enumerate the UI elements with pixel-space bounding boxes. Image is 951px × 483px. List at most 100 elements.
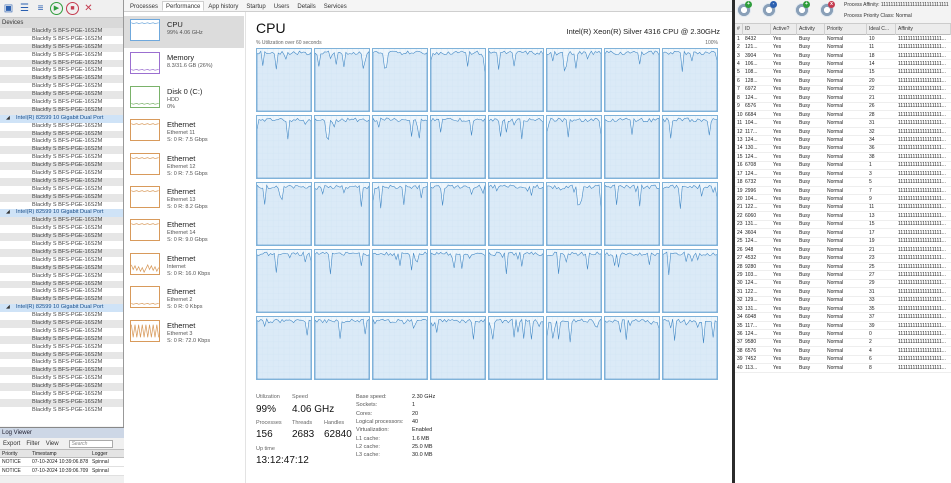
thread-row[interactable]: 11 104... Yes Busy Normal 31 11111111111111111… bbox=[735, 119, 951, 128]
thread-row[interactable]: 12 117... Yes Busy Normal 32 11111111111111111… bbox=[735, 128, 951, 137]
camera-row[interactable]: Blackfly S BFS-PGE-16S2M bbox=[0, 375, 123, 383]
camera-row[interactable]: Blackfly S BFS-PGE-16S2M bbox=[0, 351, 123, 360]
camera-row[interactable]: Blackfly S BFS-PGE-16S2M bbox=[0, 177, 123, 186]
network-adapter-row[interactable]: Intel(R) 82599 10 Gigabit Dual Port ◢ bbox=[0, 114, 123, 123]
column-header[interactable]: # bbox=[735, 23, 743, 35]
camera-row[interactable]: Blackfly S BFS-PGE-16S2M bbox=[0, 241, 123, 249]
log-row[interactable]: NOTICE 07-10-2024 10:39:06.878 Spinnal bbox=[0, 458, 124, 467]
tab-users[interactable]: Users bbox=[270, 1, 294, 11]
camera-row[interactable]: Blackfly S BFS-PGE-16S2M bbox=[0, 67, 123, 75]
camera-row[interactable]: Blackfly S BFS-PGE-16S2M bbox=[0, 59, 123, 68]
tab-details[interactable]: Details bbox=[293, 1, 319, 11]
thread-row[interactable]: 10 6684 Yes Busy Normal 28 111111111111111111.… bbox=[735, 111, 951, 120]
camera-row[interactable]: Blackfly S BFS-PGE-16S2M bbox=[0, 398, 123, 407]
log-export-menu[interactable]: Export bbox=[3, 441, 20, 447]
expand-arrow-icon[interactable]: ◢ bbox=[6, 304, 10, 312]
play-icon[interactable]: ▶ bbox=[50, 2, 63, 15]
camera-row[interactable]: Blackfly S BFS-PGE-16S2M bbox=[0, 130, 123, 139]
expand-arrow-icon[interactable]: ◢ bbox=[6, 209, 10, 217]
camera-row[interactable]: Blackfly S BFS-PGE-16S2M bbox=[0, 296, 123, 305]
tab-app-history[interactable]: App history bbox=[204, 1, 242, 11]
perf-item-ethernet[interactable]: Ethernet Ethernet 11 S: 0 R: 7.5 Gbps bbox=[124, 116, 244, 148]
camera-row[interactable]: Blackfly S BFS-PGE-16S2M bbox=[0, 83, 123, 91]
camera-row[interactable]: Blackfly S BFS-PGE-16S2M bbox=[0, 99, 123, 107]
thread-row[interactable]: 20 104... Yes Busy Normal 9 111111111111111111… bbox=[735, 195, 951, 204]
camera-row[interactable]: Blackfly S BFS-PGE-16S2M bbox=[0, 217, 123, 226]
camera-row[interactable]: Blackfly S BFS-PGE-16S2M bbox=[0, 273, 123, 281]
camera-row[interactable]: Blackfly S BFS-PGE-16S2M bbox=[0, 391, 123, 399]
camera-row[interactable]: Blackfly S BFS-PGE-16S2M bbox=[0, 280, 123, 289]
perf-item-ethernet[interactable]: Ethernet Ethernet 13 S: 0 R: 8.2 Gbps bbox=[124, 183, 244, 215]
log-col-timestamp[interactable]: Timestamp bbox=[30, 451, 90, 457]
thread-row[interactable]: 18 6732 Yes Busy Normal 5 111111111111111111..… bbox=[735, 178, 951, 187]
device-tree[interactable]: Blackfly S BFS-PGE-16S2M Blackfly S BFS-P… bbox=[0, 28, 123, 426]
network-adapter-row[interactable]: Intel(R) 82599 10 Gigabit Dual Port ◢ bbox=[0, 209, 123, 218]
perf-item-memory[interactable]: Memory 8.3/31.6 GB (26%) bbox=[124, 49, 244, 81]
thread-row[interactable]: 31 122... Yes Busy Normal 31 11111111111111111… bbox=[735, 288, 951, 297]
stop-icon[interactable]: ■ bbox=[66, 2, 79, 15]
thread-row[interactable]: 34 6048 Yes Busy Normal 37 111111111111111111.… bbox=[735, 313, 951, 322]
tab-services[interactable]: Services bbox=[320, 1, 351, 11]
thread-row[interactable]: 14 130... Yes Busy Normal 36 11111111111111111… bbox=[735, 145, 951, 154]
camera-row[interactable]: Blackfly S BFS-PGE-16S2M bbox=[0, 359, 123, 367]
camera-row[interactable]: Blackfly S BFS-PGE-16S2M bbox=[0, 43, 123, 52]
camera-row[interactable]: Blackfly S BFS-PGE-16S2M bbox=[0, 383, 123, 391]
camera-row[interactable]: Blackfly S BFS-PGE-16S2M bbox=[0, 312, 123, 320]
thread-row[interactable]: 26 948 Yes Busy Normal 21 111111111111111111..… bbox=[735, 246, 951, 255]
column-header[interactable]: Active? bbox=[771, 23, 797, 35]
tab-startup[interactable]: Startup bbox=[242, 1, 269, 11]
camera-row[interactable]: Blackfly S BFS-PGE-16S2M bbox=[0, 407, 123, 415]
thread-row[interactable]: 9 6576 Yes Busy Normal 26 111111111111111111..… bbox=[735, 103, 951, 111]
log-col-logger[interactable]: Logger bbox=[90, 451, 124, 457]
thread-row[interactable]: 33 131... Yes Busy Normal 35 11111111111111111… bbox=[735, 305, 951, 314]
perf-item-ethernet[interactable]: Ethernet Internet S: 0 R: 16.0 Kbps bbox=[124, 250, 244, 282]
tab-performance[interactable]: Performance bbox=[162, 1, 205, 11]
thread-row[interactable]: 21 122... Yes Busy Normal 11 11111111111111111… bbox=[735, 204, 951, 213]
perf-item-disk-0-c-[interactable]: Disk 0 (C:) HDD 0% bbox=[124, 83, 244, 115]
log-filter-menu[interactable]: Filter bbox=[26, 441, 39, 447]
close-icon[interactable]: ✕ bbox=[82, 2, 95, 15]
thread-row[interactable]: 37 9580 Yes Busy Normal 2 111111111111111111..… bbox=[735, 339, 951, 348]
thread-row[interactable]: 3 3904 Yes Busy Normal 18 111111111111111111..… bbox=[735, 52, 951, 61]
camera-row[interactable]: Blackfly S BFS-PGE-16S2M bbox=[0, 154, 123, 162]
thread-row[interactable]: 23 131... Yes Busy Normal 15 11111111111111111… bbox=[735, 221, 951, 230]
device-tree-icon[interactable]: ▣ bbox=[2, 2, 15, 15]
column-header[interactable]: ID bbox=[743, 23, 771, 35]
column-header[interactable]: Ideal C... bbox=[867, 23, 896, 35]
column-header[interactable]: Priority bbox=[825, 23, 867, 35]
camera-row[interactable]: Blackfly S BFS-PGE-16S2M bbox=[0, 138, 123, 146]
thread-row[interactable]: 24 3604 Yes Busy Normal 17 111111111111111111.… bbox=[735, 229, 951, 238]
camera-row[interactable]: Blackfly S BFS-PGE-16S2M bbox=[0, 233, 123, 242]
camera-row[interactable]: Blackfly S BFS-PGE-16S2M bbox=[0, 288, 123, 296]
thread-row[interactable]: 19 2996 Yes Busy Normal 7 111111111111111111..… bbox=[735, 187, 951, 196]
camera-row[interactable]: Blackfly S BFS-PGE-16S2M bbox=[0, 344, 123, 352]
thread-row[interactable]: 35 117... Yes Busy Normal 39 11111111111111111… bbox=[735, 322, 951, 331]
thread-row[interactable]: 1 8432 Yes Busy Normal 10 111111111111111111..… bbox=[735, 35, 951, 44]
tab-processes[interactable]: Processes bbox=[126, 1, 162, 11]
thread-row[interactable]: 13 124... Yes Busy Normal 34 11111111111111111… bbox=[735, 136, 951, 145]
perf-item-cpu[interactable]: CPU 99% 4.06 GHz bbox=[124, 16, 244, 48]
camera-row[interactable]: Blackfly S BFS-PGE-16S2M bbox=[0, 264, 123, 273]
camera-row[interactable]: Blackfly S BFS-PGE-16S2M bbox=[0, 367, 123, 376]
thread-row[interactable]: 36 124... Yes Busy Normal 0 111111111111111111… bbox=[735, 330, 951, 339]
camera-row[interactable]: Blackfly S BFS-PGE-16S2M bbox=[0, 186, 123, 194]
list-detail-icon[interactable]: ≡ bbox=[34, 2, 47, 15]
camera-row[interactable]: Blackfly S BFS-PGE-16S2M bbox=[0, 28, 123, 36]
thread-row[interactable]: 7 6972 Yes Busy Normal 22 111111111111111111..… bbox=[735, 86, 951, 95]
camera-row[interactable]: Blackfly S BFS-PGE-16S2M bbox=[0, 106, 123, 115]
camera-row[interactable]: Blackfly S BFS-PGE-16S2M bbox=[0, 225, 123, 233]
thread-row[interactable]: 39 7452 Yes Busy Normal 6 111111111111111111..… bbox=[735, 356, 951, 365]
camera-row[interactable]: Blackfly S BFS-PGE-16S2M bbox=[0, 202, 123, 210]
camera-row[interactable]: Blackfly S BFS-PGE-16S2M bbox=[0, 257, 123, 265]
thread-row[interactable]: 6 128... Yes Busy Normal 20 111111111111111111… bbox=[735, 77, 951, 86]
thread-row[interactable]: 30 124... Yes Busy Normal 29 11111111111111111… bbox=[735, 280, 951, 289]
camera-row[interactable]: Blackfly S BFS-PGE-16S2M bbox=[0, 146, 123, 155]
camera-row[interactable]: Blackfly S BFS-PGE-16S2M bbox=[0, 328, 123, 336]
perf-item-ethernet[interactable]: Ethernet Ethernet 12 S: 0 R: 7.5 Gbps bbox=[124, 150, 244, 182]
camera-row[interactable]: Blackfly S BFS-PGE-16S2M bbox=[0, 75, 123, 84]
camera-row[interactable]: Blackfly S BFS-PGE-16S2M bbox=[0, 170, 123, 178]
thread-row[interactable]: 25 124... Yes Busy Normal 19 11111111111111111… bbox=[735, 238, 951, 246]
network-adapter-row[interactable]: Intel(R) 82599 10 Gigabit Dual Port ◢ bbox=[0, 304, 123, 313]
camera-row[interactable]: Blackfly S BFS-PGE-16S2M bbox=[0, 91, 123, 100]
perf-item-ethernet[interactable]: Ethernet Ethernet 14 S: 0 R: 9.0 Gbps bbox=[124, 216, 244, 248]
